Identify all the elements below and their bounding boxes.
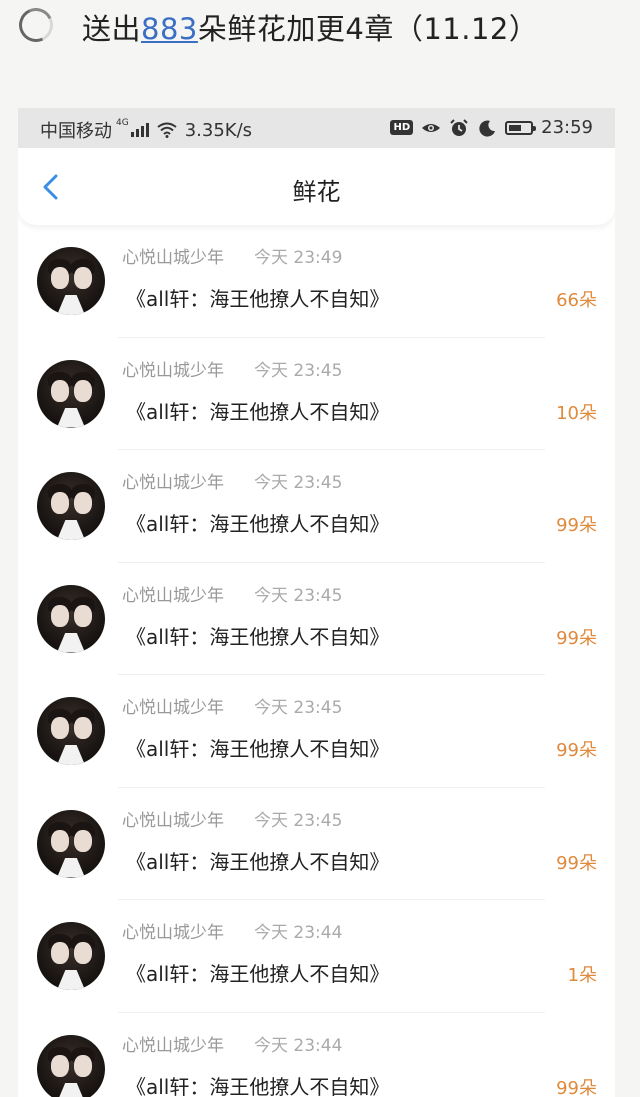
username[interactable]: 心悦山城少年 <box>122 918 224 943</box>
flower-count: 66朵 <box>556 290 597 311</box>
timestamp: 今天 23:49 <box>254 248 343 268</box>
list-item[interactable]: 心悦山城少年 今天 23:45 《all轩：海王他撩人不自知》 99朵 <box>18 563 615 675</box>
alarm-icon <box>449 118 469 137</box>
flower-count: 99朵 <box>556 515 597 536</box>
nav-bar: 鲜花 <box>18 148 615 225</box>
status-left: 中国移动 4G 3.35K/s <box>40 117 252 143</box>
username[interactable]: 心悦山城少年 <box>122 806 224 831</box>
avatar[interactable] <box>37 809 105 878</box>
list-item[interactable]: 心悦山城少年 今天 23:45 《all轩：海王他撩人不自知》 99朵 <box>18 450 615 563</box>
book-title[interactable]: 《all轩：海王他撩人不自知》 <box>126 846 389 875</box>
list-item[interactable]: 心悦山城少年 今天 23:44 《all轩：海王他撩人不自知》 99朵 <box>18 1013 615 1097</box>
timestamp: 今天 23:45 <box>254 585 343 606</box>
moon-icon <box>477 119 497 137</box>
status-time: 23:59 <box>541 117 593 138</box>
username[interactable]: 心悦山城少年 <box>122 356 224 381</box>
flower-count: 99朵 <box>556 627 597 649</box>
page-title: 鲜花 <box>292 178 341 206</box>
list-item[interactable]: 心悦山城少年 今天 23:45 《all轩：海王他撩人不自知》 10朵 <box>18 338 615 450</box>
book-title[interactable]: 《all轩：海王他撩人不自知》 <box>126 621 389 650</box>
avatar[interactable] <box>37 922 105 990</box>
timestamp: 今天 23:45 <box>254 698 343 718</box>
list-item[interactable]: 心悦山城少年 今天 23:49 《all轩：海王他撩人不自知》 66朵 <box>18 225 615 338</box>
avatar[interactable] <box>37 472 105 540</box>
eye-icon <box>421 119 441 137</box>
book-title[interactable]: 《all轩：海王他撩人不自知》 <box>126 1071 389 1097</box>
hd-icon: HD <box>390 120 414 135</box>
network-type: 4G <box>116 118 129 128</box>
status-bar: 中国移动 4G 3.35K/s HD 23:59 <box>18 108 615 148</box>
task-checkbox-icon[interactable] <box>14 3 58 47</box>
post-title: 送出883朵鲜花加更4章（11.12） <box>82 6 538 48</box>
username[interactable]: 心悦山城少年 <box>122 1031 224 1056</box>
post-title-prefix: 送出 <box>82 12 142 46</box>
username[interactable]: 心悦山城少年 <box>122 581 224 606</box>
list-item[interactable]: 心悦山城少年 今天 23:45 《all轩：海王他撩人不自知》 99朵 <box>18 675 615 788</box>
signal-icon <box>130 123 149 137</box>
book-title[interactable]: 《all轩：海王他撩人不自知》 <box>126 733 389 762</box>
carrier-label: 中国移动 <box>40 121 112 142</box>
flower-count: 99朵 <box>556 1077 597 1097</box>
avatar[interactable] <box>37 359 105 428</box>
post-header: 送出883朵鲜花加更4章（11.12） <box>0 0 640 52</box>
timestamp: 今天 23:45 <box>254 473 343 493</box>
username[interactable]: 心悦山城少年 <box>122 468 224 493</box>
book-title[interactable]: 《all轩：海王他撩人不自知》 <box>126 396 389 425</box>
book-title[interactable]: 《all轩：海王他撩人不自知》 <box>126 958 389 987</box>
username[interactable]: 心悦山城少年 <box>122 243 224 268</box>
list-item[interactable]: 心悦山城少年 今天 23:45 《all轩：海王他撩人不自知》 99朵 <box>18 788 615 900</box>
timestamp: 今天 23:44 <box>254 923 343 943</box>
flower-list: 心悦山城少年 今天 23:49 《all轩：海王他撩人不自知》 66朵 心悦山城… <box>18 225 615 1097</box>
avatar[interactable] <box>37 247 105 315</box>
avatar[interactable] <box>37 697 105 765</box>
timestamp: 今天 23:45 <box>254 360 343 381</box>
avatar[interactable] <box>37 584 105 653</box>
timestamp: 今天 23:44 <box>254 1035 343 1056</box>
flower-count: 10朵 <box>556 402 597 424</box>
battery-icon <box>505 120 537 135</box>
post-title-suffix: 朵鲜花加更4章（11.12） <box>197 12 539 46</box>
avatar[interactable] <box>37 1034 105 1097</box>
list-item[interactable]: 心悦山城少年 今天 23:44 《all轩：海王他撩人不自知》 1朵 <box>18 900 615 1013</box>
flower-count: 99朵 <box>556 852 597 874</box>
username[interactable]: 心悦山城少年 <box>122 693 224 718</box>
page: 送出883朵鲜花加更4章（11.12） 中国移动 4G 3.35K/s HD 2… <box>0 0 640 1097</box>
phone-screenshot: 中国移动 4G 3.35K/s HD 23:59 鲜花 心悦山城少年 今天 23… <box>18 108 615 1097</box>
post-title-link[interactable]: 883 <box>141 12 198 46</box>
flower-count: 99朵 <box>556 740 597 761</box>
wifi-icon <box>157 122 177 138</box>
book-title[interactable]: 《all轩：海王他撩人不自知》 <box>126 508 389 537</box>
status-right: HD 23:59 <box>390 117 593 138</box>
flower-count: 1朵 <box>567 965 597 986</box>
timestamp: 今天 23:45 <box>254 810 343 831</box>
book-title[interactable]: 《all轩：海王他撩人不自知》 <box>126 283 389 312</box>
network-speed: 3.35K/s <box>184 119 253 141</box>
